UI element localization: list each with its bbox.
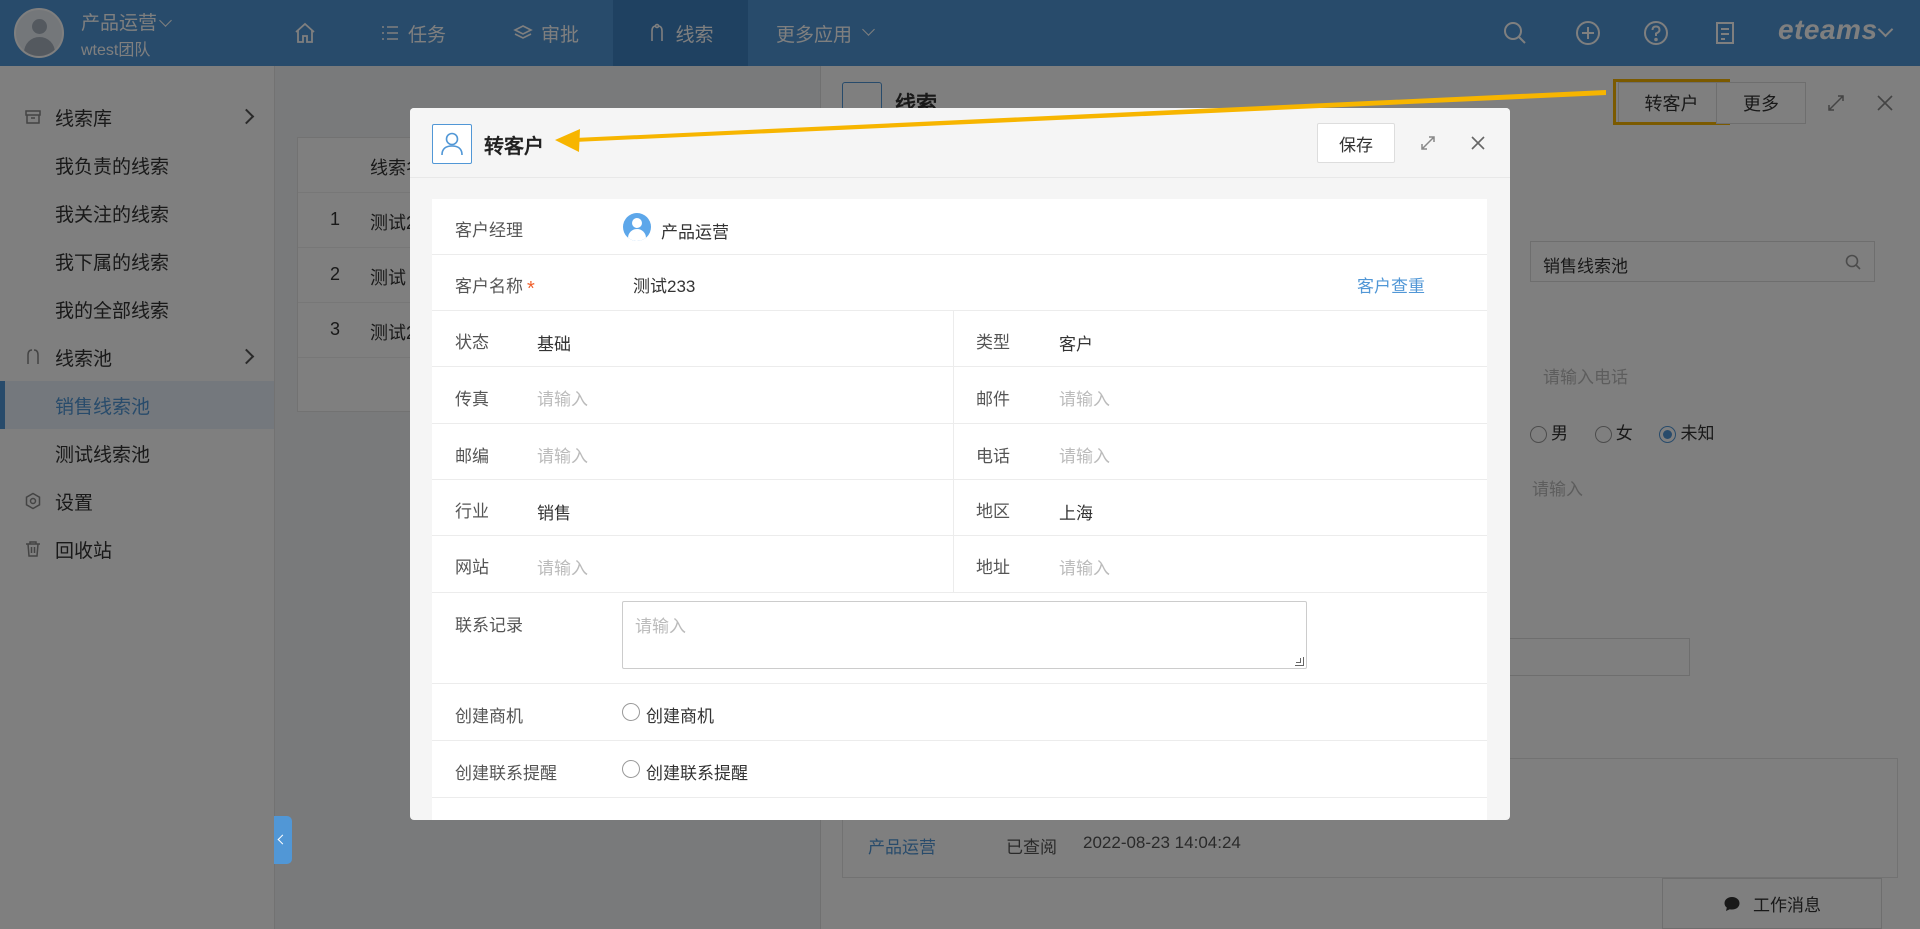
status-select[interactable]: 基础 (537, 330, 571, 355)
form-row-status-type: 状态 基础 类型 客户 (432, 311, 1487, 367)
contact-log-textarea[interactable]: 请输入 (622, 601, 1307, 669)
contact-log-placeholder: 请输入 (635, 617, 686, 636)
dialog-header: 转客户 保存 (410, 108, 1510, 178)
create-reminder-option[interactable]: 创建联系提醒 (646, 759, 748, 784)
form-row-customer-name: 客户名称 * 测试233 客户查重 (432, 255, 1487, 311)
contact-log-label: 联系记录 (455, 616, 523, 635)
create-opportunity-radio[interactable] (622, 703, 640, 721)
customer-form: 客户经理 产品运营 客户名称 * 测试233 客户查重 状态 基础 类型 客户 传… (432, 199, 1487, 820)
zip-input[interactable]: 请输入 (537, 442, 588, 467)
form-row-manager: 客户经理 产品运营 (432, 199, 1487, 255)
website-label: 网站 (455, 558, 489, 577)
resize-grip-icon[interactable] (1295, 657, 1304, 666)
form-row-create-reminder: 创建联系提醒 创建联系提醒 (432, 741, 1487, 798)
fax-label: 传真 (455, 390, 489, 409)
address-label: 地址 (976, 558, 1010, 577)
avatar (623, 213, 651, 241)
address-input[interactable]: 请输入 (1059, 554, 1110, 579)
customer-name-label: 客户名称 * (455, 272, 535, 300)
website-input[interactable]: 请输入 (537, 554, 588, 579)
zip-label: 邮编 (455, 447, 489, 466)
phone-label: 电话 (976, 447, 1010, 466)
duplicate-check-link[interactable]: 客户查重 (1357, 272, 1425, 297)
customer-name-label-text: 客户名称 (455, 277, 523, 296)
email-label: 邮件 (976, 390, 1010, 409)
convert-customer-dialog: 转客户 保存 客户经理 产品运营 客户名称 * 测试233 客户查重 状态 基础 … (410, 108, 1510, 820)
form-row-fax-email: 传真 请输入 邮件 请输入 (432, 367, 1487, 424)
create-opportunity-label: 创建商机 (455, 707, 523, 726)
industry-select[interactable]: 销售 (537, 499, 571, 524)
industry-label: 行业 (455, 502, 489, 521)
user-icon (432, 124, 472, 164)
save-button[interactable]: 保存 (1317, 123, 1395, 163)
form-row-contact-log: 联系记录 请输入 (432, 593, 1487, 684)
dialog-title: 转客户 (484, 136, 544, 158)
close-icon[interactable] (1467, 132, 1489, 154)
fax-input[interactable]: 请输入 (537, 385, 588, 410)
status-label: 状态 (455, 333, 489, 352)
phone-input[interactable]: 请输入 (1059, 442, 1110, 467)
email-input[interactable]: 请输入 (1059, 385, 1110, 410)
region-select[interactable]: 上海 (1059, 499, 1093, 524)
type-select[interactable]: 客户 (1059, 330, 1093, 355)
form-row-website-address: 网站 请输入 地址 请输入 (432, 536, 1487, 593)
create-opportunity-option[interactable]: 创建商机 (646, 702, 714, 727)
form-row-industry-region: 行业 销售 地区 上海 (432, 480, 1487, 536)
type-label: 类型 (976, 333, 1010, 352)
manager-value[interactable]: 产品运营 (661, 218, 729, 243)
form-row-create-opportunity: 创建商机 创建商机 (432, 684, 1487, 741)
region-label: 地区 (976, 502, 1010, 521)
sidebar-collapse-toggle[interactable] (274, 816, 292, 864)
create-reminder-radio[interactable] (622, 760, 640, 778)
customer-name-input[interactable]: 测试233 (633, 272, 695, 297)
expand-icon[interactable] (1417, 132, 1439, 154)
manager-label: 客户经理 (455, 221, 523, 240)
form-row-zip-phone: 邮编 请输入 电话 请输入 (432, 424, 1487, 480)
required-mark: * (527, 278, 535, 300)
create-reminder-label: 创建联系提醒 (455, 764, 557, 783)
